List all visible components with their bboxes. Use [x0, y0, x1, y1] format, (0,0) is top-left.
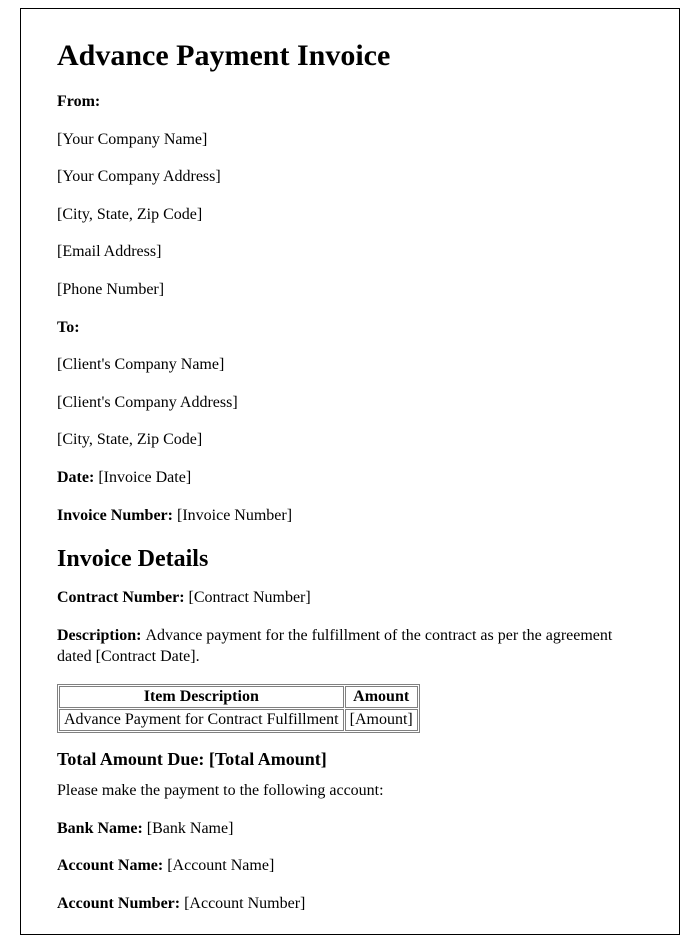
invoice-number-line: Invoice Number: [Invoice Number] [57, 505, 643, 527]
invoice-details-heading: Invoice Details [57, 546, 643, 573]
date-value: [Invoice Date] [98, 469, 191, 486]
invoice-page: Advance Payment Invoice From: [Your Comp… [20, 8, 680, 935]
bank-name-line: Bank Name: [Bank Name] [57, 818, 643, 840]
total-due-label: Total Amount Due: [57, 749, 209, 769]
to-company-address: [Client's Company Address] [57, 392, 643, 414]
to-label: To: [57, 317, 643, 339]
from-company-name: [Your Company Name] [57, 129, 643, 151]
invoice-title: Advance Payment Invoice [57, 39, 643, 73]
invoice-number-value: [Invoice Number] [177, 507, 292, 524]
table-header-row: Item Description Amount [59, 686, 418, 708]
payment-instruction: Please make the payment to the following… [57, 780, 643, 802]
contract-number-line: Contract Number: [Contract Number] [57, 587, 643, 609]
to-company-name: [Client's Company Name] [57, 354, 643, 376]
table-header-amount: Amount [345, 686, 418, 708]
table-row: Advance Payment for Contract Fulfillment… [59, 709, 418, 731]
from-label: From: [57, 91, 643, 113]
account-name-label: Account Name: [57, 857, 167, 874]
account-number-value: [Account Number] [184, 895, 305, 912]
bank-name-label: Bank Name: [57, 820, 147, 837]
table-header-description: Item Description [59, 686, 344, 708]
bank-name-value: [Bank Name] [147, 820, 234, 837]
account-name-line: Account Name: [Account Name] [57, 855, 643, 877]
total-due-value: [Total Amount] [209, 749, 327, 769]
invoice-table: Item Description Amount Advance Payment … [57, 684, 420, 733]
table-cell-description: Advance Payment for Contract Fulfillment [59, 709, 344, 731]
from-phone: [Phone Number] [57, 279, 643, 301]
from-company-address: [Your Company Address] [57, 166, 643, 188]
description-label: Description: [57, 627, 145, 644]
contract-number-label: Contract Number: [57, 589, 189, 606]
to-city-state-zip: [City, State, Zip Code] [57, 429, 643, 451]
date-label: Date: [57, 469, 98, 486]
total-due-line: Total Amount Due: [Total Amount] [57, 749, 643, 770]
account-number-line: Account Number: [Account Number] [57, 893, 643, 915]
table-cell-amount: [Amount] [345, 709, 418, 731]
invoice-number-label: Invoice Number: [57, 507, 177, 524]
from-city-state-zip: [City, State, Zip Code] [57, 204, 643, 226]
date-line: Date: [Invoice Date] [57, 467, 643, 489]
account-number-label: Account Number: [57, 895, 184, 912]
contract-number-value: [Contract Number] [189, 589, 311, 606]
from-email: [Email Address] [57, 241, 643, 263]
account-name-value: [Account Name] [167, 857, 274, 874]
description-line: Description: Advance payment for the ful… [57, 625, 643, 668]
